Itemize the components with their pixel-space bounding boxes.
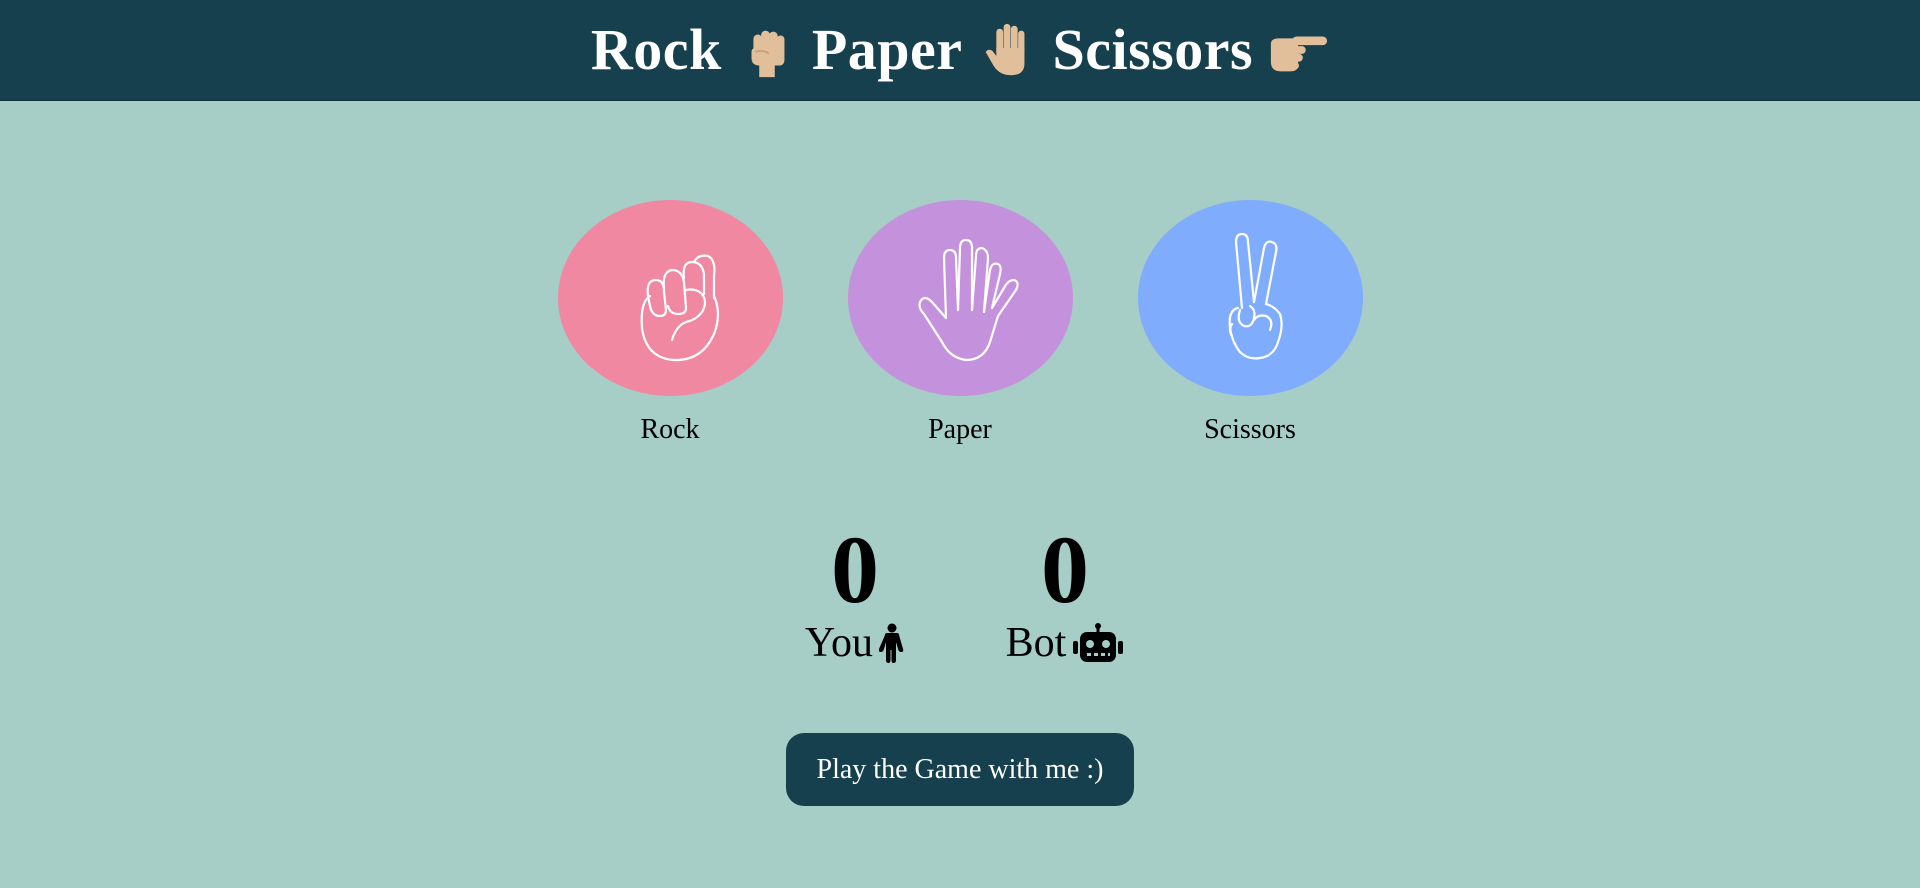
choice-label-scissors: Scissors bbox=[1204, 414, 1296, 445]
robot-icon bbox=[1073, 623, 1124, 662]
player-score: 0 You bbox=[795, 522, 915, 664]
bot-score-label: Bot bbox=[1006, 622, 1125, 664]
player-score-label: You bbox=[805, 622, 905, 664]
fist-icon bbox=[640, 254, 720, 362]
choice-label-rock: Rock bbox=[640, 414, 700, 445]
raised-hand-icon bbox=[976, 19, 1038, 81]
scoreboard: 0 You 0 Bot bbox=[0, 522, 1920, 664]
choice-label-paper: Paper bbox=[928, 414, 992, 445]
title-word-scissors: Scissors bbox=[1052, 17, 1254, 82]
bot-label-text: Bot bbox=[1005, 620, 1067, 666]
person-icon bbox=[879, 623, 904, 663]
player-label-text: You bbox=[804, 620, 874, 666]
bot-score: 0 Bot bbox=[1005, 522, 1125, 664]
play-game-button[interactable]: Play the Game with me :) bbox=[786, 733, 1134, 806]
open-hand-icon bbox=[918, 238, 1019, 362]
title-word-rock: Rock bbox=[590, 17, 722, 82]
scissors-button[interactable] bbox=[1137, 200, 1363, 396]
title-word-paper: Paper bbox=[811, 17, 963, 82]
choice-scissors[interactable]: Scissors bbox=[1137, 200, 1363, 445]
raised-fist-icon bbox=[736, 19, 798, 81]
rock-button[interactable] bbox=[557, 200, 783, 396]
choice-rock[interactable]: Rock bbox=[557, 200, 783, 445]
player-score-value: 0 bbox=[831, 516, 879, 623]
backhand-index-pointing-right-icon bbox=[1267, 19, 1329, 81]
choice-paper[interactable]: Paper bbox=[847, 200, 1073, 445]
paper-button[interactable] bbox=[847, 200, 1073, 396]
bot-score-value: 0 bbox=[1041, 516, 1089, 623]
app-header: Rock Paper Scissors bbox=[0, 0, 1920, 101]
victory-hand-icon bbox=[1228, 232, 1283, 360]
choice-list: Rock Paper Scissors bbox=[0, 200, 1920, 444]
page-title: Rock Paper Scissors bbox=[591, 19, 1329, 81]
